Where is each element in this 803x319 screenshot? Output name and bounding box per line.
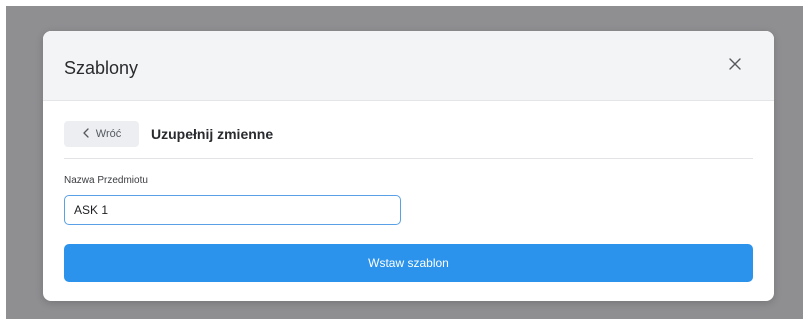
close-button[interactable]	[725, 56, 745, 76]
templates-modal: Szablony Wróć Uzupełnij zmienne Nazwa Pr…	[43, 31, 774, 301]
insert-template-button[interactable]: Wstaw szablon	[64, 244, 753, 282]
subject-name-input[interactable]	[64, 195, 401, 225]
close-icon	[728, 57, 742, 76]
modal-title: Szablony	[64, 58, 139, 78]
divider	[64, 158, 753, 159]
back-button-label: Wróć	[95, 128, 122, 140]
chevron-left-icon	[82, 127, 90, 141]
subject-name-label: Nazwa Przedmiotu	[64, 175, 148, 186]
modal-header: Szablony	[43, 31, 774, 101]
back-button[interactable]: Wróć	[64, 121, 139, 147]
section-title: Uzupełnij zmienne	[151, 126, 274, 142]
